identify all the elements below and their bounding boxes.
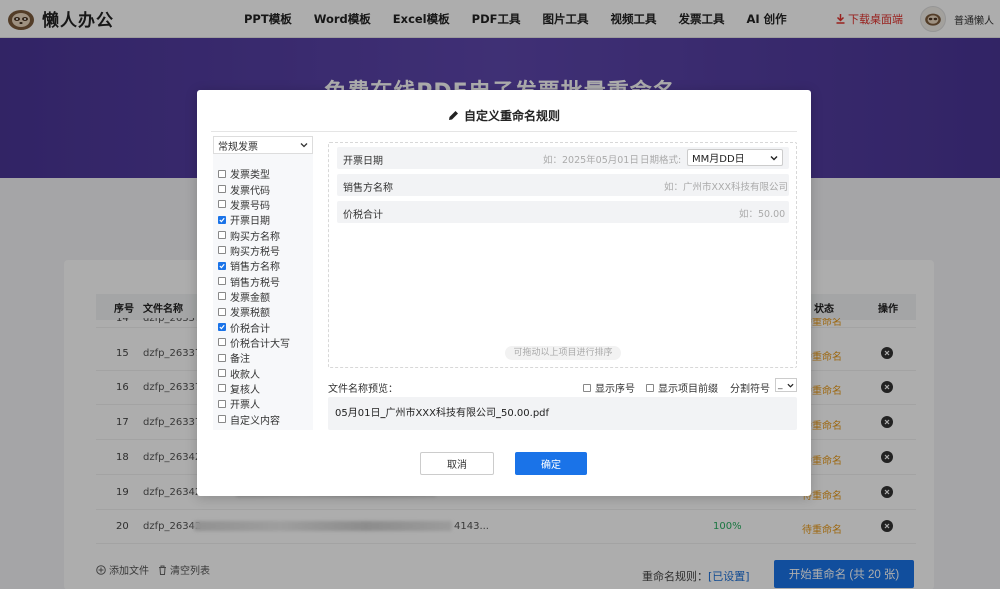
show-prefix-checkbox[interactable]: 显示项目前缀 — [646, 380, 718, 395]
field-label: 复核人 — [230, 384, 260, 396]
field-label: 备注 — [230, 354, 250, 366]
field-checkbox[interactable]: 购买方税号 — [218, 243, 290, 258]
field-checkbox[interactable]: 发票类型 — [218, 166, 290, 181]
field-label: 购买方名称 — [230, 231, 280, 243]
field-checkbox[interactable]: 备注 — [218, 350, 290, 365]
date-format-select[interactable]: MM月DD日 — [687, 149, 783, 166]
checkbox — [218, 246, 226, 255]
field-checkbox[interactable]: 销售方税号 — [218, 273, 290, 289]
field-checkbox[interactable]: 购买方名称 — [218, 227, 290, 243]
checkbox — [218, 338, 226, 347]
field-checkbox[interactable]: 开票日期 — [218, 212, 290, 227]
divider — [211, 131, 797, 132]
rule-sort-area: 开票日期 如：2025年05月01日 日期格式: MM月DD日 销售方名称 如：… — [328, 142, 797, 368]
check-icon — [219, 263, 225, 269]
rename-rule-dialog: 自定义重命名规则 常规发票 发票类型发票代码发票号码开票日期购买方名称购买方税号… — [197, 90, 811, 496]
checkbox — [583, 383, 591, 392]
checkbox — [218, 399, 226, 408]
separator-select[interactable]: _ — [775, 378, 797, 392]
chevron-down-icon — [770, 156, 778, 161]
filename-preview: 05月01日_广州市XXX科技有限公司_50.00.pdf — [328, 397, 797, 430]
checkbox — [218, 277, 226, 286]
field-label: 开票日期 — [230, 216, 270, 228]
field-checkbox[interactable]: 开票人 — [218, 396, 290, 411]
preview-label: 文件名称预览： — [328, 384, 398, 395]
checkbox — [218, 307, 226, 316]
field-checkbox[interactable]: 发票代码 — [218, 181, 290, 197]
drag-sort-hint: 可拖动以上项目进行排序 — [505, 346, 621, 360]
checkbox — [218, 200, 226, 209]
checkbox — [218, 185, 226, 194]
checkbox — [646, 383, 654, 392]
field-label: 发票类型 — [230, 170, 270, 182]
confirm-button[interactable]: 确定 — [515, 452, 587, 475]
rule-item-date[interactable]: 开票日期 如：2025年05月01日 日期格式: MM月DD日 — [337, 147, 789, 169]
field-label: 发票税额 — [230, 308, 270, 320]
checkbox — [218, 369, 226, 378]
dialog-title: 自定义重命名规则 — [197, 107, 811, 124]
check-icon — [219, 324, 225, 330]
field-label: 购买方税号 — [230, 246, 280, 258]
separator-label: 分割符号 — [730, 384, 770, 395]
checkbox — [218, 292, 226, 301]
field-checkbox[interactable]: 收款人 — [218, 365, 290, 381]
field-label: 价税合计 — [230, 323, 270, 335]
invoice-type-select[interactable]: 常规发票 — [213, 136, 313, 154]
field-label: 收款人 — [230, 369, 260, 381]
field-checkbox[interactable]: 自定义内容 — [218, 412, 290, 427]
cancel-button[interactable]: 取消 — [420, 452, 494, 475]
field-label: 发票金额 — [230, 292, 270, 304]
checkbox-checked — [218, 261, 226, 270]
checkbox — [218, 353, 226, 362]
field-checkbox-list: 发票类型发票代码发票号码开票日期购买方名称购买方税号销售方名称销售方税号发票金额… — [218, 166, 290, 427]
field-label: 发票代码 — [230, 185, 270, 197]
field-checkbox[interactable]: 价税合计大写 — [218, 335, 290, 350]
field-checkbox[interactable]: 发票税额 — [218, 304, 290, 319]
rule-item-total[interactable]: 价税合计 如：50.00 — [337, 201, 789, 223]
field-label: 自定义内容 — [230, 415, 280, 427]
checkbox — [218, 415, 226, 424]
field-label: 销售方名称 — [230, 262, 280, 274]
field-checkbox[interactable]: 价税合计 — [218, 319, 290, 335]
field-label: 价税合计大写 — [230, 338, 290, 350]
field-checkbox[interactable]: 销售方名称 — [218, 258, 290, 273]
rule-item-seller[interactable]: 销售方名称 如：广州市XXX科技有限公司 — [337, 174, 789, 196]
checkbox — [218, 169, 226, 178]
chevron-down-icon — [300, 143, 308, 148]
checkbox-checked — [218, 323, 226, 332]
field-label: 开票人 — [230, 400, 260, 412]
show-index-checkbox[interactable]: 显示序号 — [583, 380, 635, 395]
checkbox — [218, 384, 226, 393]
checkbox — [218, 231, 226, 240]
checkbox-checked — [218, 215, 226, 224]
field-label: 销售方税号 — [230, 277, 280, 289]
edit-icon — [448, 111, 458, 120]
field-checkbox[interactable]: 发票号码 — [218, 197, 290, 212]
chevron-down-icon — [786, 383, 794, 388]
field-checkbox[interactable]: 复核人 — [218, 381, 290, 396]
field-checkbox[interactable]: 发票金额 — [218, 289, 290, 304]
check-icon — [219, 217, 225, 223]
field-picker-panel: 常规发票 发票类型发票代码发票号码开票日期购买方名称购买方税号销售方名称销售方税… — [213, 136, 313, 430]
field-label: 发票号码 — [230, 200, 270, 212]
